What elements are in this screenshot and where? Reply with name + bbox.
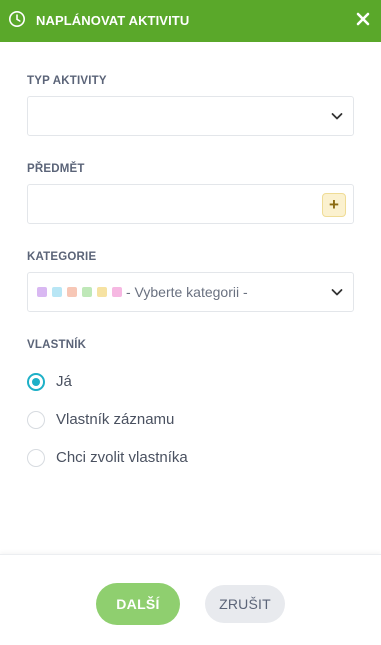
swatch-yellow bbox=[97, 287, 107, 297]
radio-record-owner[interactable] bbox=[27, 411, 45, 429]
add-subject-button[interactable]: + bbox=[322, 193, 346, 217]
chevron-down-icon bbox=[331, 113, 343, 120]
owner-option-label: Vlastník záznamu bbox=[56, 411, 175, 428]
radio-me[interactable] bbox=[27, 373, 45, 391]
activity-type-label: TYP AKTIVITY bbox=[27, 75, 107, 87]
owner-label: VLASTNÍK bbox=[27, 339, 87, 351]
swatch-pink bbox=[112, 287, 122, 297]
swatch-blue bbox=[52, 287, 62, 297]
owner-option-choose[interactable]: Chci zvolit vlastníka bbox=[27, 448, 188, 468]
swatch-purple bbox=[37, 287, 47, 297]
owner-option-label: Chci zvolit vlastníka bbox=[56, 449, 188, 466]
cancel-button[interactable]: ZRUŠIT bbox=[205, 585, 285, 623]
dialog-footer: DALŠÍ ZRUŠIT bbox=[0, 554, 381, 645]
category-label: KATEGORIE bbox=[27, 251, 97, 263]
category-placeholder: - Vyberte kategorii - bbox=[126, 284, 248, 300]
dialog-title: NAPLÁNOVAT AKTIVITU bbox=[36, 13, 190, 28]
next-button[interactable]: DALŠÍ bbox=[96, 583, 180, 625]
swatch-salmon bbox=[67, 287, 77, 297]
chevron-down-icon bbox=[331, 289, 343, 296]
owner-option-record-owner[interactable]: Vlastník záznamu bbox=[27, 410, 174, 430]
radio-choose-owner[interactable] bbox=[27, 449, 45, 467]
category-color-swatches bbox=[37, 287, 122, 297]
owner-option-me[interactable]: Já bbox=[27, 372, 72, 392]
owner-option-label: Já bbox=[56, 373, 72, 390]
swatch-green bbox=[82, 287, 92, 297]
category-select[interactable]: - Vyberte kategorii - bbox=[27, 272, 354, 312]
close-icon[interactable] bbox=[355, 11, 371, 27]
activity-type-select[interactable] bbox=[27, 96, 354, 136]
subject-label: PŘEDMĚT bbox=[27, 163, 85, 175]
clock-icon bbox=[9, 11, 25, 27]
subject-input[interactable]: + bbox=[27, 184, 354, 224]
dialog-header: NAPLÁNOVAT AKTIVITU bbox=[0, 0, 381, 42]
